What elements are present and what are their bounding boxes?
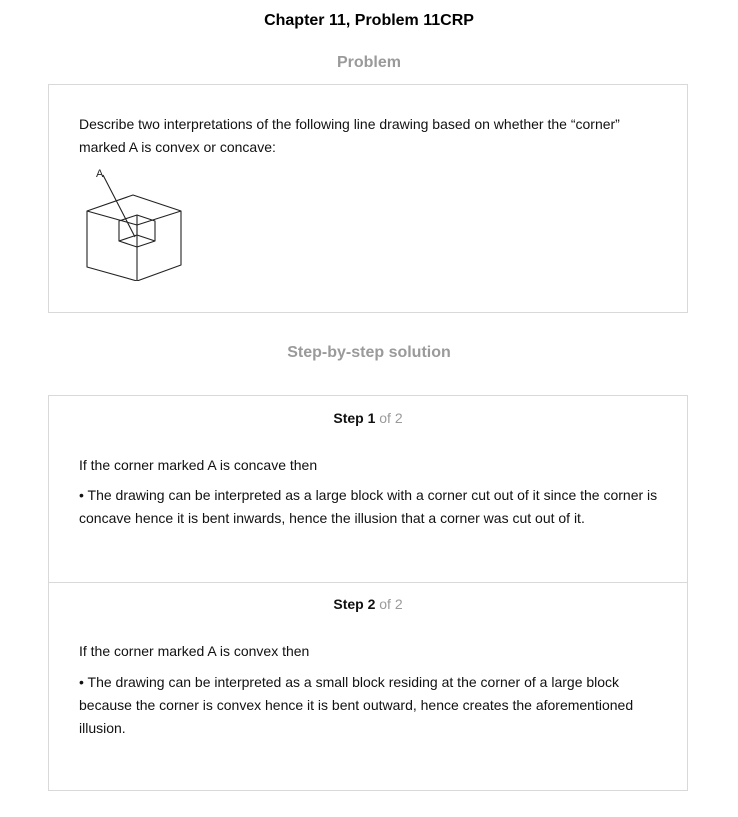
step-1-body: • The drawing can be interpreted as a la…: [79, 487, 658, 526]
line-drawing-figure: A: [86, 168, 182, 281]
step-1-intro: If the corner marked A is concave then: [79, 457, 318, 473]
step-2-card: Step 2 of 2 If the corner marked A is co…: [49, 582, 687, 790]
solution-box: Step 1 of 2 If the corner marked A is co…: [48, 395, 688, 791]
step-1-card: Step 1 of 2 If the corner marked A is co…: [49, 396, 687, 583]
step-1-label: Step 1: [333, 410, 376, 426]
step-2-count: of 2: [375, 596, 403, 612]
step-1-count: of 2: [375, 410, 403, 426]
step-2-body: • The drawing can be interpreted as a sm…: [79, 674, 634, 736]
step-2-intro: If the corner marked A is convex then: [79, 643, 310, 659]
step-2-header: Step 2 of 2: [49, 596, 687, 612]
step-1-header: Step 1 of 2: [49, 410, 687, 426]
problem-heading: Problem: [336, 54, 401, 71]
problem-box: Describe two interpretations of the foll…: [48, 84, 688, 313]
step-2-label: Step 2: [333, 596, 376, 612]
problem-text: Describe two interpretations of the foll…: [79, 116, 620, 155]
page-title: Chapter 11, Problem 11CRP: [264, 12, 474, 29]
solution-heading: Step-by-step solution: [287, 344, 451, 361]
figure-label-a: A: [96, 168, 104, 180]
